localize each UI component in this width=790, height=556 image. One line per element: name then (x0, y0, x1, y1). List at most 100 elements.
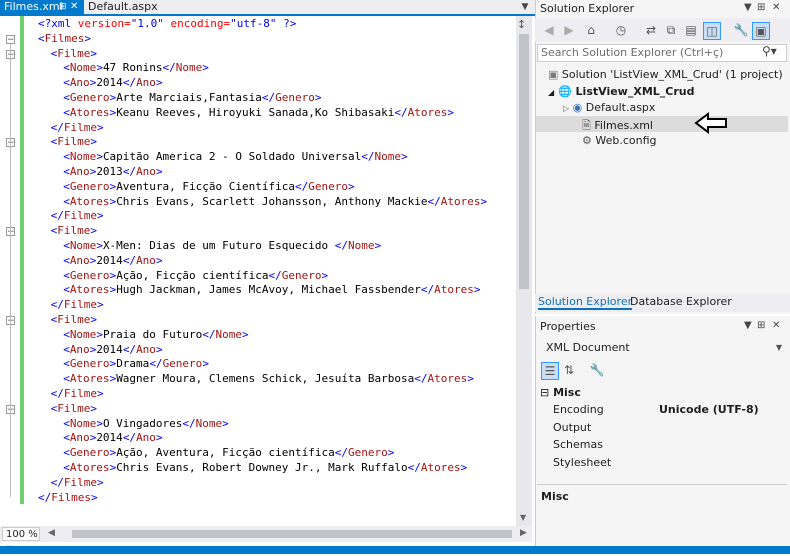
scroll-left-icon[interactable]: ◀ (48, 528, 55, 538)
alphabetical-icon[interactable]: ⇅ (561, 362, 577, 378)
xml-bracket: </ (295, 179, 309, 193)
xml-tag-name: Atores (69, 194, 110, 208)
scroll-right-icon[interactable]: ▶ (520, 528, 527, 538)
xml-bracket: > (90, 224, 97, 238)
xml-bracket: </ (50, 209, 64, 223)
xml-bracket: </ (420, 283, 435, 297)
field-line: <Ano>2014</Ano> (63, 76, 162, 91)
xml-tag-name: Nome (69, 416, 97, 430)
xml-bracket: > (155, 165, 163, 178)
property-description-title: Misc (541, 490, 569, 503)
properties-object-select[interactable]: XML Document ▼ (540, 340, 786, 356)
root-open-line: <Filmes> (38, 32, 91, 47)
tree-item-solution[interactable]: ▣ Solution 'ListView_XML_Crud' (1 projec… (548, 68, 783, 81)
horizontal-scroll-thumb[interactable] (72, 530, 512, 538)
collapsed-arrow-icon[interactable]: ▷ (563, 104, 569, 113)
properties-wrench-icon[interactable]: 🔧 (733, 22, 749, 38)
xml-bracket: > (155, 342, 163, 356)
xml-tag-name: Filmes (51, 490, 91, 504)
xml-bracket: < (63, 327, 70, 341)
chevron-down-icon[interactable]: ▼ (744, 320, 752, 331)
chevron-down-icon[interactable]: ▼ (744, 2, 752, 13)
property-pages-icon[interactable]: 🔧 (589, 362, 605, 378)
tab-dropdown-icon[interactable]: ▼ (518, 0, 532, 14)
close-icon[interactable]: ✕ (70, 0, 78, 14)
history-icon[interactable]: ◷ (613, 22, 629, 38)
selected-row-highlight (536, 116, 788, 132)
xml-tag-name: Atores (434, 283, 474, 297)
xml-bracket: </ (182, 416, 196, 430)
tab-solution-explorer[interactable]: Solution Explorer (538, 295, 633, 310)
category-misc[interactable]: ⊟ Misc (540, 386, 581, 399)
copy-icon[interactable]: ⧉ (663, 22, 679, 38)
zoom-select[interactable]: 100 % ▼ (2, 527, 40, 553)
collapse-all-icon[interactable]: ▤ (683, 22, 699, 38)
xml-bracket: > (96, 120, 104, 134)
xml-tag-name: Atores (69, 283, 110, 297)
fold-toggle-icon[interactable]: − (6, 34, 15, 44)
xml-bracket: </ (122, 431, 137, 445)
solution-search-input[interactable]: Search Solution Explorer (Ctrl+ç) (537, 44, 787, 62)
xml-declaration: <?xml version="1.0" encoding="utf-8" ?> (38, 17, 296, 32)
pin-icon[interactable]: ⊞ (757, 320, 765, 331)
xml-bracket: < (63, 268, 70, 282)
xml-bracket: > (96, 387, 104, 400)
pin-icon[interactable]: ⊞ (757, 2, 765, 13)
tab-database-explorer[interactable]: Database Explorer (630, 295, 732, 308)
pin-icon[interactable]: ⊞ (59, 0, 67, 14)
xml-bracket: > (222, 416, 229, 430)
xml-tag-name: Filmes (44, 31, 85, 45)
categorized-icon[interactable]: ☰ (541, 362, 559, 380)
prop-name-output[interactable]: Output (553, 421, 591, 434)
home-icon[interactable]: ⌂ (583, 22, 599, 38)
tab-filmes-xml[interactable]: Filmes.xml ⊞ ✕ (0, 0, 84, 14)
close-icon[interactable]: ✕ (772, 320, 780, 331)
xml-bracket: > (96, 150, 103, 164)
xml-tag-name: Atores (427, 372, 468, 386)
xml-tag-name: Filme (63, 209, 97, 223)
tree-item-default-aspx[interactable]: ▷ ◉ Default.aspx (563, 101, 655, 114)
tree-item-project[interactable]: ◢ 🌐 ListView_XML_Crud (548, 85, 694, 98)
xml-tag-name: Filme (63, 120, 97, 134)
search-placeholder: Search Solution Explorer (Ctrl+ç) (541, 46, 724, 59)
prop-name-encoding[interactable]: Encoding (553, 403, 604, 416)
zoom-value: 100 % (6, 529, 38, 540)
scroll-down-icon[interactable]: ▼ (520, 513, 526, 522)
close-icon[interactable]: ✕ (772, 2, 780, 13)
show-all-files-icon[interactable]: ◫ (703, 22, 721, 40)
xml-tag-name: Nome (69, 150, 97, 164)
xml-bracket: < (63, 416, 70, 430)
vertical-scroll-thumb[interactable] (519, 34, 529, 289)
field-line: <Nome>X-Men: Dias de um Futuro Esquecido… (63, 239, 381, 254)
xml-bracket: > (90, 46, 97, 60)
xml-tag-name: Genero (69, 446, 110, 460)
forward-icon[interactable]: ▶ (561, 22, 577, 38)
xml-bracket: </ (122, 165, 137, 178)
tab-default-aspx[interactable]: Default.aspx (84, 0, 164, 14)
xml-tag-name: Nome (195, 416, 223, 430)
xml-tag-name: Nome (175, 61, 203, 75)
field-line: <Atores>Wagner Moura, Clemens Schick, Je… (63, 372, 474, 387)
xml-tag-name: Ano (69, 253, 90, 267)
xml-tag-name: Genero (347, 446, 388, 460)
xml-text: Hugh Jackman, James McAvoy, Michael Fass… (116, 283, 421, 297)
refresh-icon[interactable]: ⇄ (643, 22, 659, 38)
expanded-arrow-icon[interactable]: ◢ (548, 88, 554, 97)
xml-tag-name: Filme (57, 313, 91, 326)
xml-bracket: > (155, 76, 163, 90)
split-icon[interactable]: ↕ (517, 18, 526, 31)
search-icon[interactable]: ⚲▾ (762, 44, 777, 58)
tree-item-web-config[interactable]: ⚙ Web.config (582, 134, 657, 147)
prop-value-encoding[interactable]: Unicode (UTF-8) (659, 403, 759, 416)
collapse-icon[interactable]: ⊟ (540, 386, 549, 399)
back-icon[interactable]: ◀ (541, 22, 557, 38)
xml-bracket: < (63, 61, 70, 75)
xml-bracket: > (242, 327, 249, 341)
web-project-icon: 🌐 (558, 85, 572, 98)
xml-text: 47 Ronins (102, 61, 163, 75)
prop-name-stylesheet[interactable]: Stylesheet (553, 456, 611, 469)
prop-name-schemas[interactable]: Schemas (553, 438, 603, 451)
film-open-line: <Filme> (51, 402, 97, 417)
preview-icon[interactable]: ▣ (752, 22, 770, 40)
xml-bracket: > (155, 431, 163, 445)
